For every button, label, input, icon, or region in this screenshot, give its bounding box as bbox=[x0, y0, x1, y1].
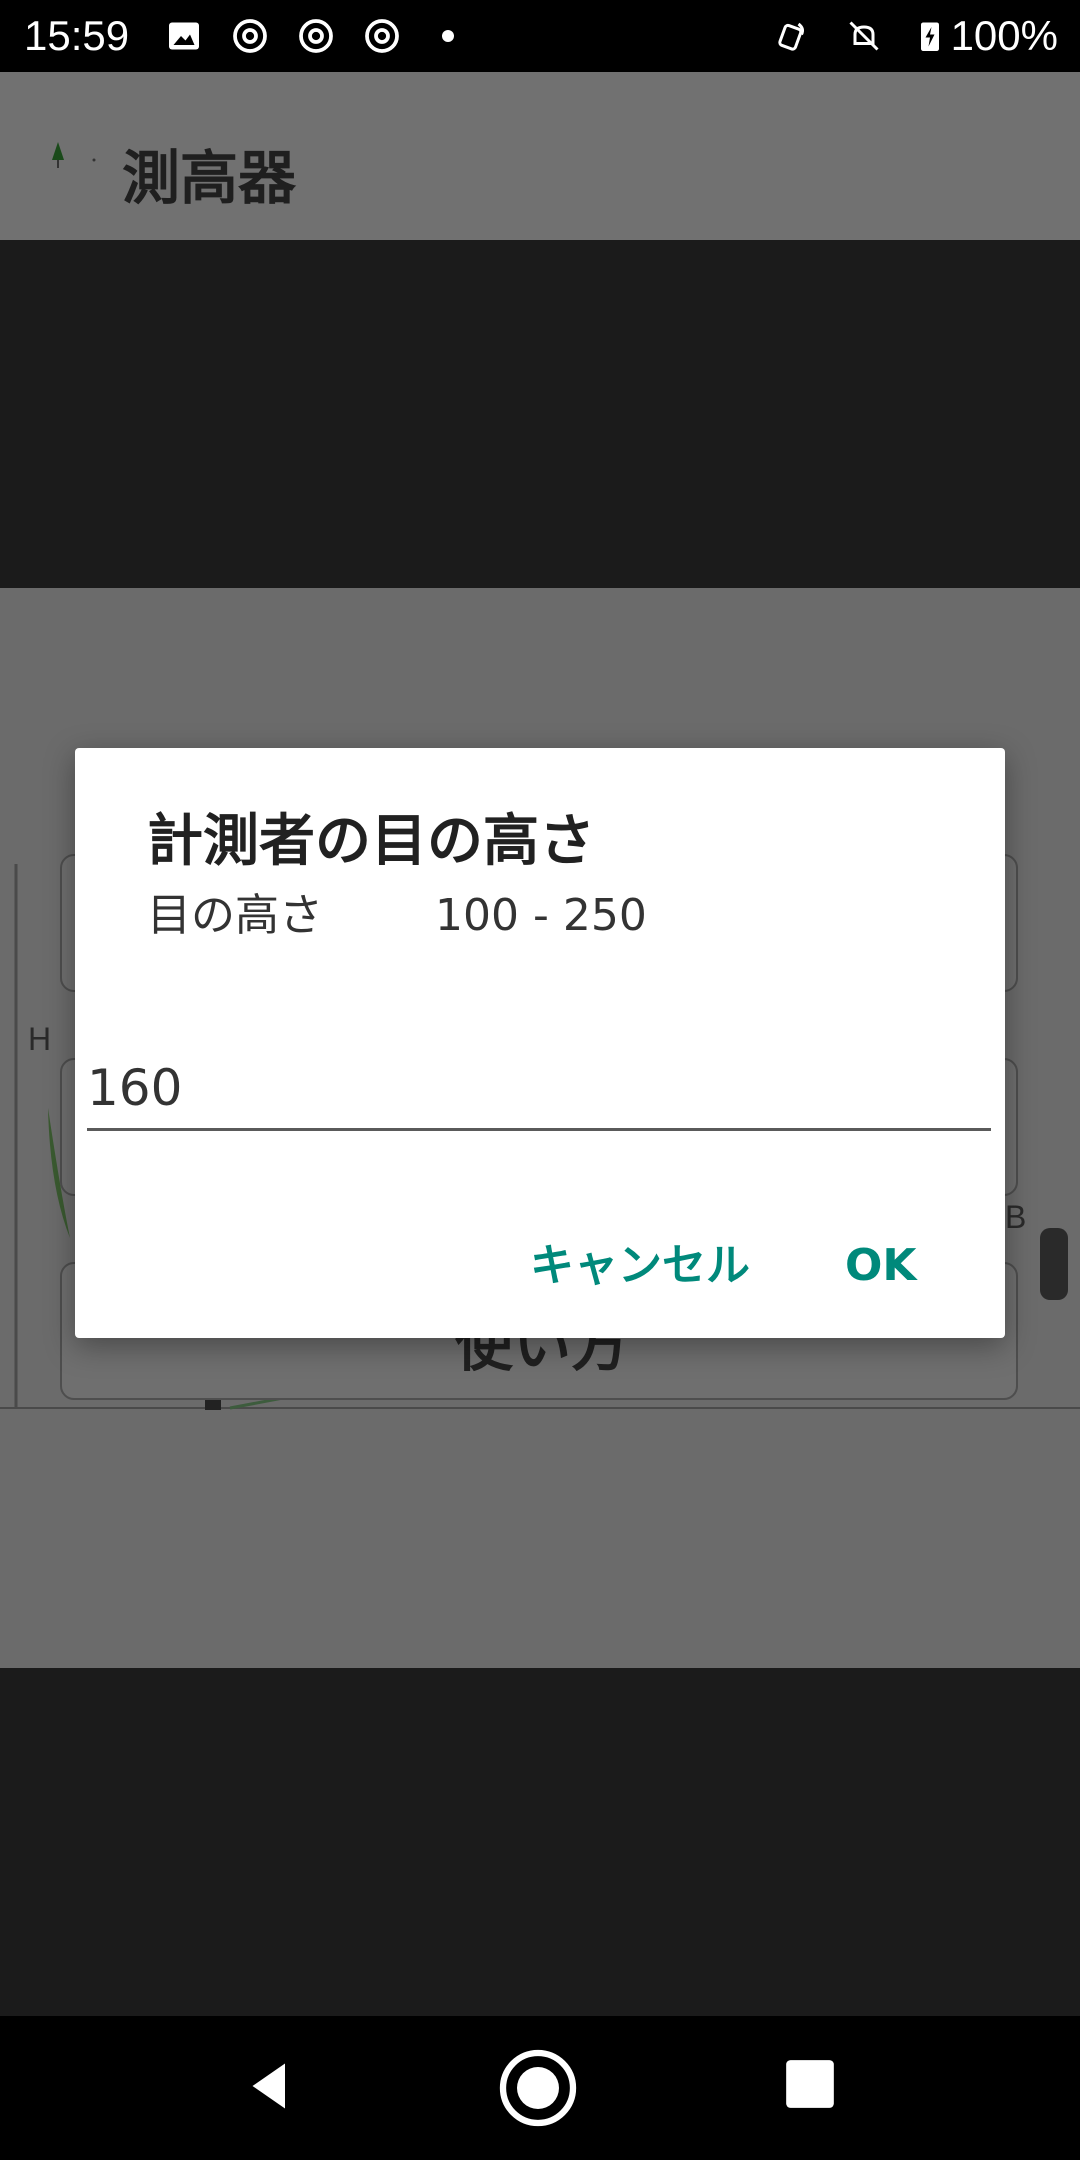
status-bar: 15:59 100% bbox=[0, 0, 1080, 72]
dialog-message-range: 100 - 250 bbox=[435, 890, 647, 941]
chrome-icon bbox=[299, 19, 333, 53]
battery-charging-icon bbox=[921, 22, 939, 51]
back-icon[interactable] bbox=[240, 2056, 300, 2116]
dialog-title: 計測者の目の高さ bbox=[147, 809, 595, 874]
navigation-bar bbox=[0, 2016, 1080, 2160]
app-title: 測高器 bbox=[122, 144, 297, 212]
chrome-icon bbox=[365, 19, 399, 53]
chrome-icon bbox=[233, 19, 267, 53]
svg-text:B: B bbox=[1005, 1199, 1026, 1235]
tree-logo-icon bbox=[52, 142, 96, 168]
cancel-button[interactable]: キャンセル bbox=[530, 1230, 750, 1302]
bottom-ad-area bbox=[0, 1668, 1080, 2016]
recents-icon[interactable] bbox=[784, 2058, 836, 2110]
nfc-icon bbox=[778, 22, 804, 51]
status-time: 15:59 bbox=[24, 12, 130, 59]
home-icon[interactable] bbox=[496, 2046, 580, 2130]
image-icon bbox=[169, 22, 199, 50]
ok-button[interactable]: OK bbox=[845, 1230, 917, 1302]
notifications-off-icon bbox=[849, 21, 879, 51]
dot-icon bbox=[442, 30, 454, 42]
eye-height-dialog: 計測者の目の高さ 目の高さ 100 - 250 キャンセル OK bbox=[75, 748, 1005, 1338]
svg-text:H: H bbox=[28, 1021, 51, 1057]
battery-percentage: 100% bbox=[950, 12, 1058, 59]
eye-height-input[interactable] bbox=[87, 1048, 991, 1131]
dialog-message-label: 目の高さ bbox=[147, 890, 323, 941]
top-ad-area bbox=[0, 240, 1080, 588]
